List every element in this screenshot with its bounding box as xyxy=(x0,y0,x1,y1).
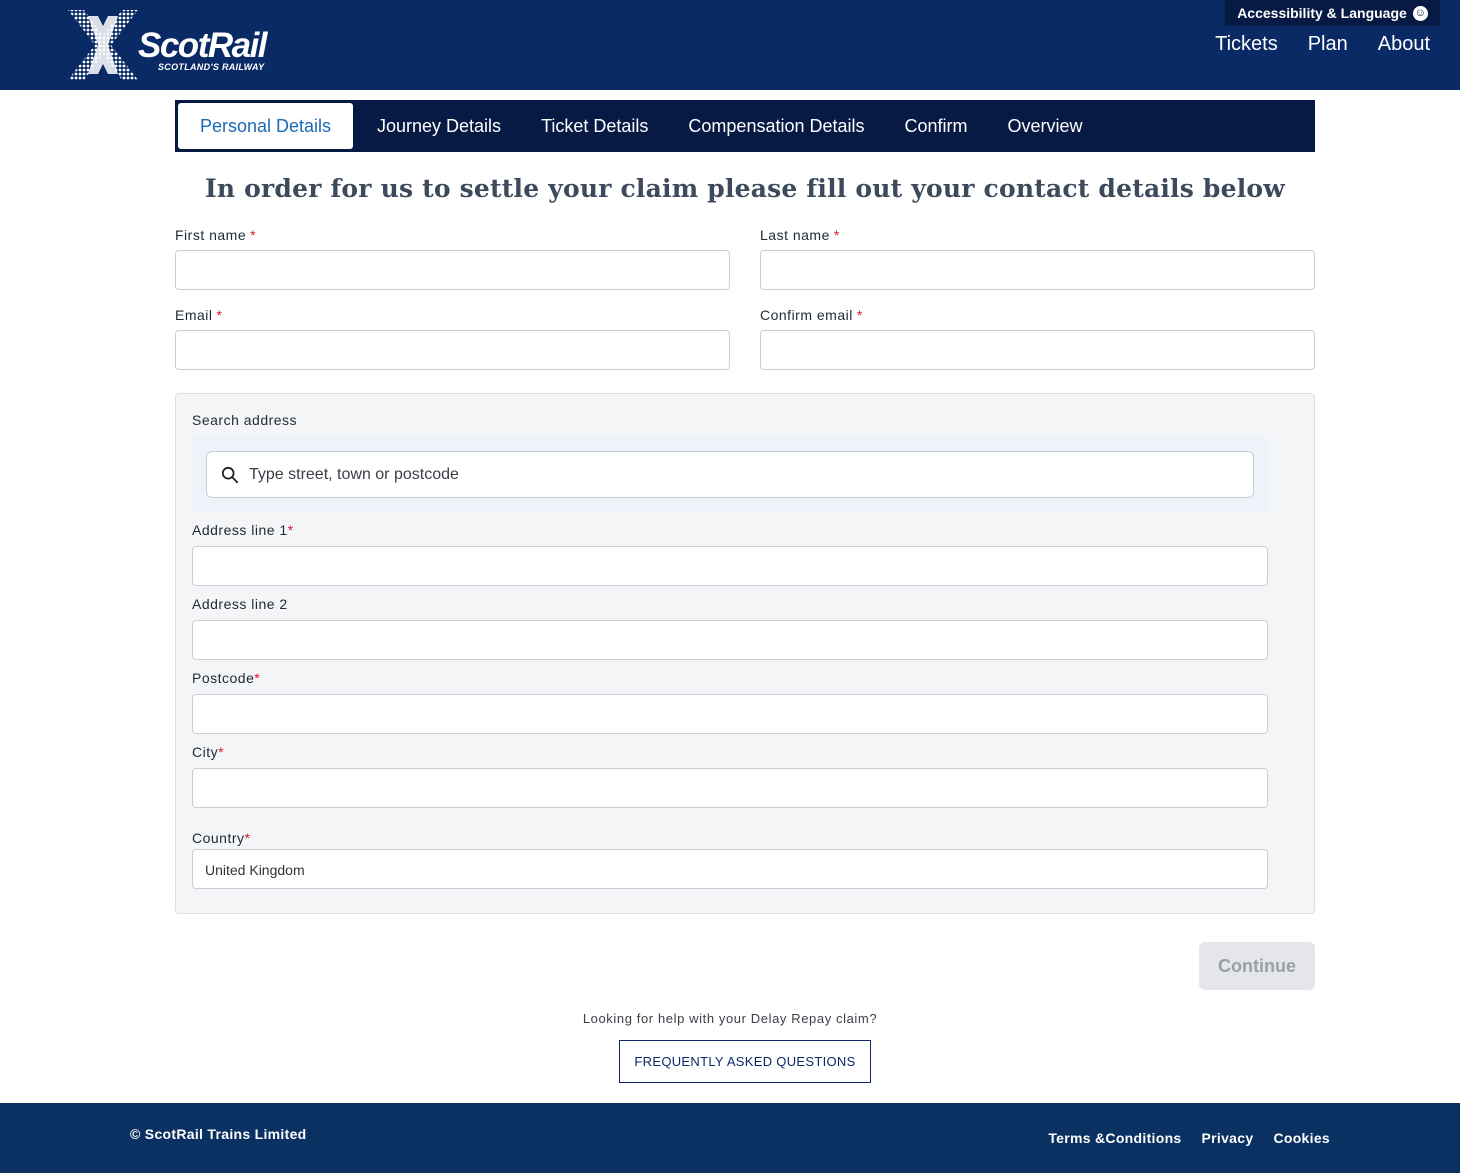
page-title: In order for us to settle your claim ple… xyxy=(204,174,1286,203)
city-label: City* xyxy=(192,744,224,760)
help-text: Looking for help with your Delay Repay c… xyxy=(582,1011,878,1026)
address-line2-input[interactable] xyxy=(192,620,1268,660)
footer-links: Terms &Conditions Privacy Cookies xyxy=(1048,1130,1330,1146)
country-label: Country* xyxy=(192,830,250,846)
confirm-email-label-text: Confirm email xyxy=(760,307,853,323)
first-name-input[interactable] xyxy=(175,250,730,290)
accessibility-icon: ☺ xyxy=(1412,5,1428,21)
email-input[interactable] xyxy=(175,330,730,370)
nav-tickets[interactable]: Tickets xyxy=(1215,33,1278,56)
tab-journey-details[interactable]: Journey Details xyxy=(357,103,521,149)
address-search-placeholder: Type street, town or postcode xyxy=(249,465,459,483)
required-marker: * xyxy=(856,307,863,323)
site-header: ScotRail SCOTLAND'S RAILWAY Accessibilit… xyxy=(0,0,1460,90)
nav-about[interactable]: About xyxy=(1378,33,1430,56)
required-marker: * xyxy=(218,744,225,760)
top-navigation: Tickets Plan About xyxy=(1215,33,1430,56)
faq-button[interactable]: FREQUENTLY ASKED QUESTIONS xyxy=(619,1040,871,1083)
required-marker: * xyxy=(216,307,223,323)
city-input[interactable] xyxy=(192,768,1268,808)
last-name-input[interactable] xyxy=(760,250,1315,290)
confirm-email-label: Confirm email * xyxy=(760,307,863,323)
address-line1-label: Address line 1* xyxy=(192,522,294,538)
search-icon xyxy=(221,466,239,483)
site-footer: © ScotRail Trains Limited Terms &Conditi… xyxy=(0,1103,1460,1173)
footer-link-privacy[interactable]: Privacy xyxy=(1202,1130,1254,1146)
claim-steps-tabs: Personal Details Journey Details Ticket … xyxy=(175,100,1315,152)
address-line1-input[interactable] xyxy=(192,546,1268,586)
nav-plan[interactable]: Plan xyxy=(1308,33,1348,56)
address-line2-label: Address line 2 xyxy=(192,596,288,612)
accessibility-label: Accessibility & Language xyxy=(1237,5,1407,21)
footer-link-cookies[interactable]: Cookies xyxy=(1273,1130,1330,1146)
last-name-label-text: Last name xyxy=(760,227,830,243)
scotrail-logo[interactable]: ScotRail SCOTLAND'S RAILWAY xyxy=(58,8,278,82)
required-marker: * xyxy=(244,830,251,846)
saltire-icon xyxy=(68,10,138,80)
tab-confirm[interactable]: Confirm xyxy=(885,103,988,149)
first-name-label: First name * xyxy=(175,227,256,243)
country-value: United Kingdom xyxy=(205,862,305,878)
email-label: Email * xyxy=(175,307,222,323)
city-label-text: City xyxy=(192,744,219,760)
address-search-input[interactable]: Type street, town or postcode xyxy=(206,451,1254,498)
required-marker: * xyxy=(287,522,294,538)
logo-wordmark: ScotRail xyxy=(138,26,268,65)
footer-link-terms[interactable]: Terms &Conditions xyxy=(1048,1130,1181,1146)
email-label-text: Email xyxy=(175,307,213,323)
required-marker: * xyxy=(254,670,261,686)
country-label-text: Country xyxy=(192,830,245,846)
logo-tagline: SCOTLAND'S RAILWAY xyxy=(158,62,265,72)
accessibility-language-button[interactable]: Accessibility & Language ☺ xyxy=(1225,0,1440,26)
required-marker: * xyxy=(833,227,840,243)
tab-compensation-details[interactable]: Compensation Details xyxy=(668,103,884,149)
search-address-label: Search address xyxy=(192,412,298,428)
confirm-email-input[interactable] xyxy=(760,330,1315,370)
postcode-label: Postcode* xyxy=(192,670,260,686)
copyright: © ScotRail Trains Limited xyxy=(130,1126,307,1142)
tab-overview[interactable]: Overview xyxy=(988,103,1103,149)
last-name-label: Last name * xyxy=(760,227,840,243)
first-name-label-text: First name xyxy=(175,227,247,243)
tab-ticket-details[interactable]: Ticket Details xyxy=(521,103,668,149)
required-marker: * xyxy=(250,227,257,243)
tab-personal-details[interactable]: Personal Details xyxy=(178,103,353,149)
postcode-label-text: Postcode xyxy=(192,670,255,686)
address-line1-label-text: Address line 1 xyxy=(192,522,288,538)
continue-button[interactable]: Continue xyxy=(1199,942,1315,990)
postcode-input[interactable] xyxy=(192,694,1268,734)
country-select[interactable] xyxy=(192,849,1268,889)
